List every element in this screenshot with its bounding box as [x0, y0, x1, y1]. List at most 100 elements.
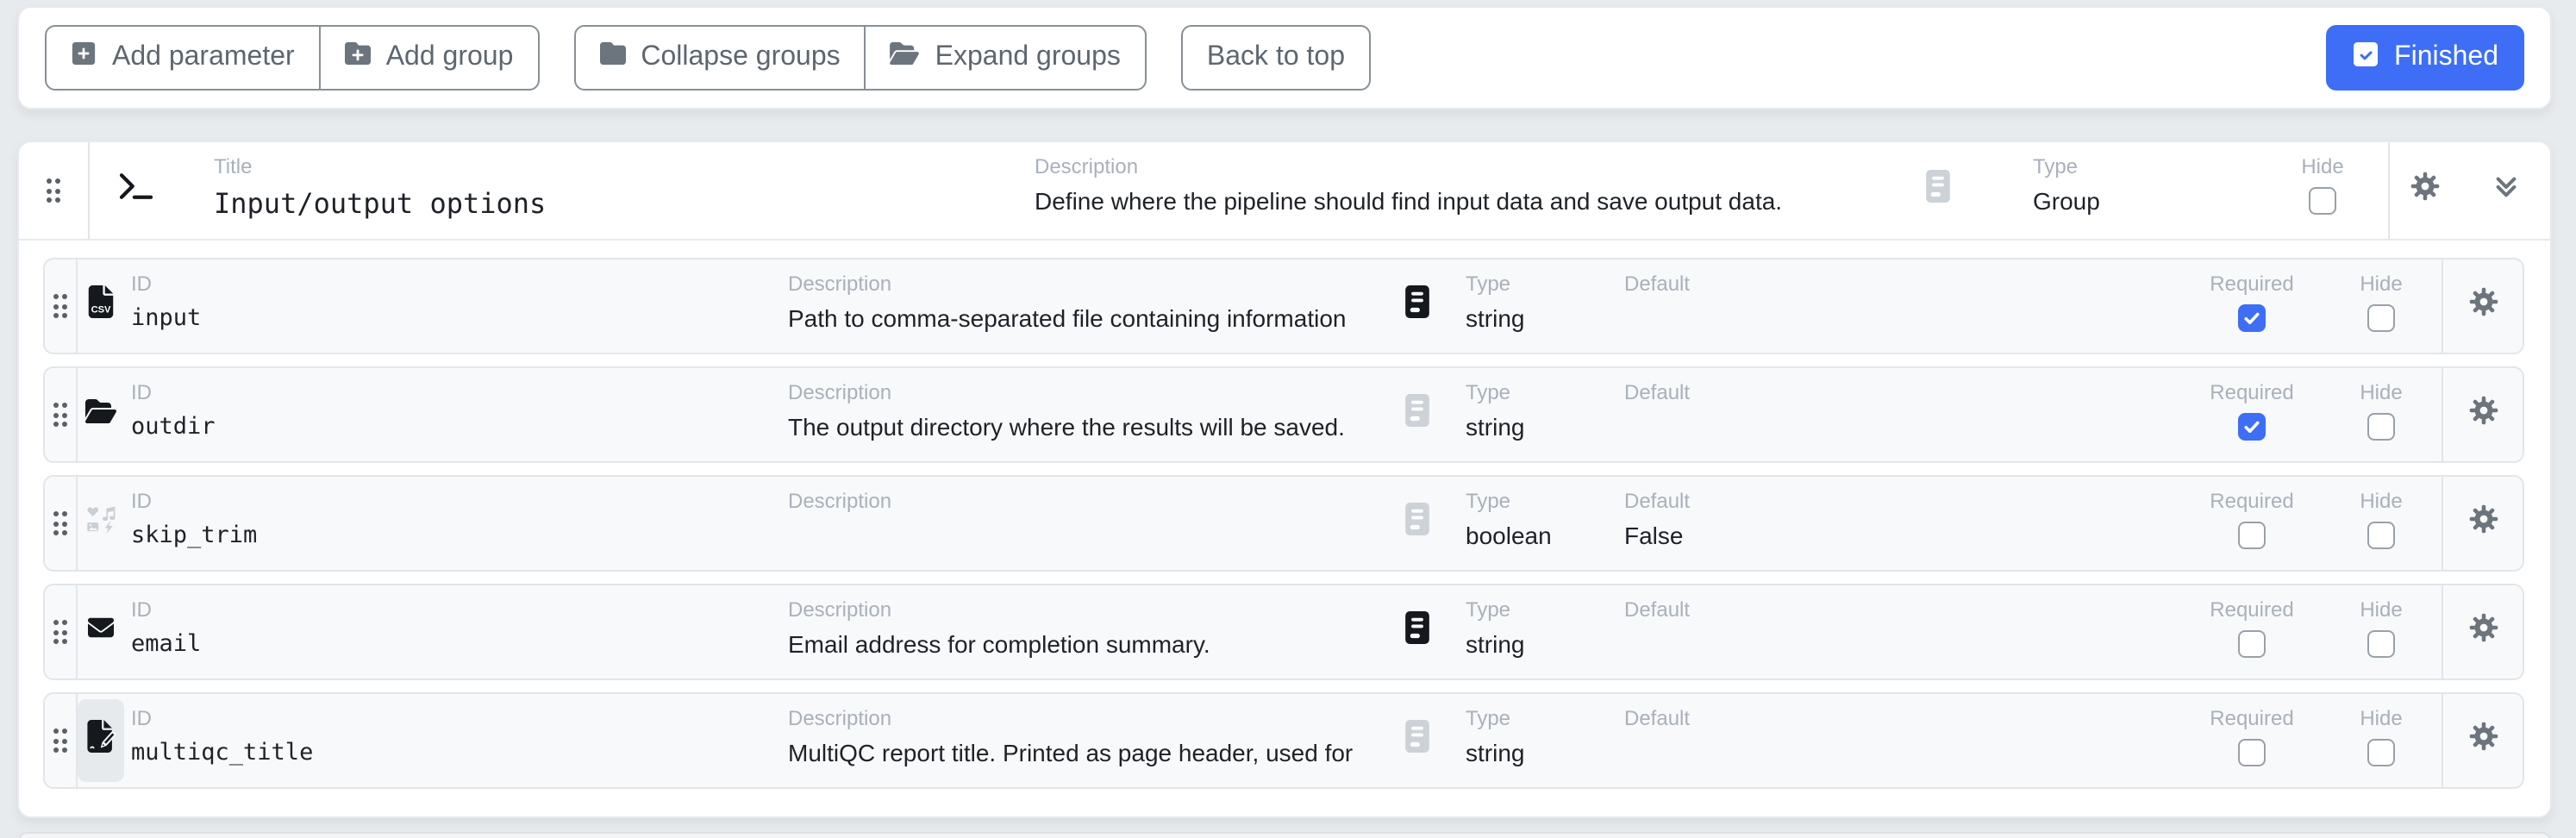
finished-button[interactable]: Finished	[2325, 25, 2524, 91]
collapse-groups-button[interactable]: Collapse groups	[573, 25, 866, 91]
hide-checkbox[interactable]	[2367, 630, 2395, 658]
help-text-icon	[1405, 611, 1429, 653]
hide-checkbox[interactable]	[2367, 739, 2395, 766]
type-value[interactable]: string	[1466, 739, 1610, 768]
parameter-icon-button[interactable]	[78, 699, 124, 782]
group-collapse-button[interactable]	[2460, 142, 2550, 239]
group-description-value[interactable]: Define where the pipeline should find in…	[1035, 187, 1878, 216]
group-icon-button[interactable]	[90, 142, 183, 239]
hide-label: Hide	[2360, 273, 2402, 297]
id-value[interactable]: input	[131, 304, 788, 332]
row-settings-button[interactable]	[2442, 694, 2523, 787]
gear-icon	[2468, 396, 2498, 434]
svg-text:CSV: CSV	[91, 304, 111, 315]
required-label: Required	[2210, 382, 2293, 406]
gear-icon	[2410, 172, 2440, 210]
row-settings-button[interactable]	[2442, 368, 2523, 461]
parameter-row-multiqc-title: IDmultiqc_title DescriptionMultiQC repor…	[43, 692, 2524, 789]
parameter-icon-button[interactable]	[78, 591, 123, 673]
row-drag-handle[interactable]	[45, 694, 78, 787]
default-label: Default	[1624, 273, 2183, 297]
group-settings-button[interactable]	[2388, 142, 2460, 239]
expand-groups-button[interactable]: Expand groups	[865, 25, 1147, 91]
description-value[interactable]: The output directory where the results w…	[788, 413, 1383, 442]
add-parameter-label: Add parameter	[112, 42, 295, 73]
gear-icon	[2468, 287, 2498, 325]
type-label: Type	[1466, 708, 1610, 732]
id-label: ID	[131, 599, 788, 623]
angles-down-icon	[2492, 173, 2518, 208]
description-value[interactable]: Email address for completion summary.	[788, 630, 1383, 660]
row-drag-handle[interactable]	[45, 368, 78, 461]
type-value[interactable]: string	[1466, 304, 1610, 334]
add-parameter-button[interactable]: Add parameter	[45, 25, 321, 91]
help-text-icon	[1405, 503, 1429, 544]
parameter-icon-button[interactable]: CSV	[78, 265, 123, 347]
row-drag-handle[interactable]	[45, 585, 78, 679]
hide-label: Hide	[2360, 491, 2402, 515]
add-group-button[interactable]: Add group	[319, 25, 540, 91]
id-value[interactable]: skip_trim	[131, 522, 788, 549]
help-text-icon	[1926, 170, 1950, 211]
default-label: Default	[1624, 382, 2183, 406]
gear-icon	[2468, 722, 2498, 760]
back-to-top-label: Back to top	[1207, 42, 1345, 73]
group-title-value[interactable]: Input/output options	[214, 187, 1024, 220]
group-header: Title Input/output options Description D…	[19, 142, 2550, 241]
hide-checkbox[interactable]	[2367, 413, 2395, 441]
description-label: Description	[788, 491, 1383, 515]
required-checkbox[interactable]	[2238, 630, 2266, 658]
group-type-label: Type	[2033, 156, 2257, 180]
description-value[interactable]: Path to comma-separated file containing …	[788, 304, 1383, 334]
type-value[interactable]: string	[1466, 413, 1610, 442]
description-label: Description	[788, 599, 1383, 623]
row-settings-button[interactable]	[2442, 477, 2523, 570]
parameter-rows: CSV ID input Description Path to comma-sep…	[19, 241, 2550, 816]
hide-checkbox[interactable]	[2367, 304, 2395, 332]
hide-label: Hide	[2360, 708, 2402, 732]
toolbar: Add parameter Add group Collapse groups …	[17, 6, 2552, 109]
parameter-row-email: ID email Description Email address for com…	[43, 584, 2524, 680]
parameter-icon-button[interactable]	[78, 373, 123, 456]
id-value[interactable]: email	[131, 630, 788, 658]
required-label: Required	[2210, 491, 2293, 515]
row-drag-handle[interactable]	[45, 260, 78, 353]
add-group-label: Add group	[386, 42, 514, 73]
id-value[interactable]: multiqc_title	[131, 739, 788, 766]
next-group-card	[17, 832, 2552, 838]
type-value[interactable]: boolean	[1466, 522, 1610, 551]
type-value[interactable]: string	[1466, 630, 1610, 660]
expand-groups-label: Expand groups	[935, 42, 1121, 73]
group-title-label: Title	[214, 156, 1024, 180]
type-label: Type	[1466, 599, 1610, 623]
required-checkbox[interactable]	[2238, 413, 2266, 441]
required-checkbox[interactable]	[2238, 522, 2266, 549]
description-label: Description	[788, 382, 1383, 406]
id-value[interactable]: outdir	[131, 413, 788, 441]
add-button-group: Add parameter Add group	[45, 25, 539, 91]
file-pen-icon	[86, 720, 116, 761]
description-value[interactable]: MultiQC report title. Printed as page he…	[788, 739, 1383, 768]
folder-open-icon	[891, 41, 920, 75]
default-value[interactable]: False	[1624, 522, 2183, 551]
required-checkbox[interactable]	[2238, 739, 2266, 766]
type-label: Type	[1466, 491, 1610, 515]
required-label: Required	[2210, 599, 2293, 623]
id-label: ID	[131, 708, 788, 732]
group-toggle-button-group: Collapse groups Expand groups	[573, 25, 1147, 91]
group-hide-label: Hide	[2301, 156, 2343, 180]
grip-icon	[53, 729, 68, 753]
row-settings-button[interactable]	[2442, 260, 2523, 353]
terminal-icon	[117, 172, 155, 210]
hide-label: Hide	[2360, 599, 2402, 623]
group-hide-checkbox[interactable]	[2309, 187, 2336, 215]
row-settings-button[interactable]	[2442, 585, 2523, 679]
required-checkbox[interactable]	[2238, 304, 2266, 332]
back-to-top-button[interactable]: Back to top	[1181, 25, 1371, 91]
hide-checkbox[interactable]	[2367, 522, 2395, 549]
parameter-icon-button[interactable]	[78, 482, 123, 565]
row-drag-handle[interactable]	[45, 477, 78, 570]
group-drag-handle[interactable]	[19, 142, 90, 239]
grip-icon	[47, 178, 61, 203]
grip-icon	[53, 403, 68, 427]
